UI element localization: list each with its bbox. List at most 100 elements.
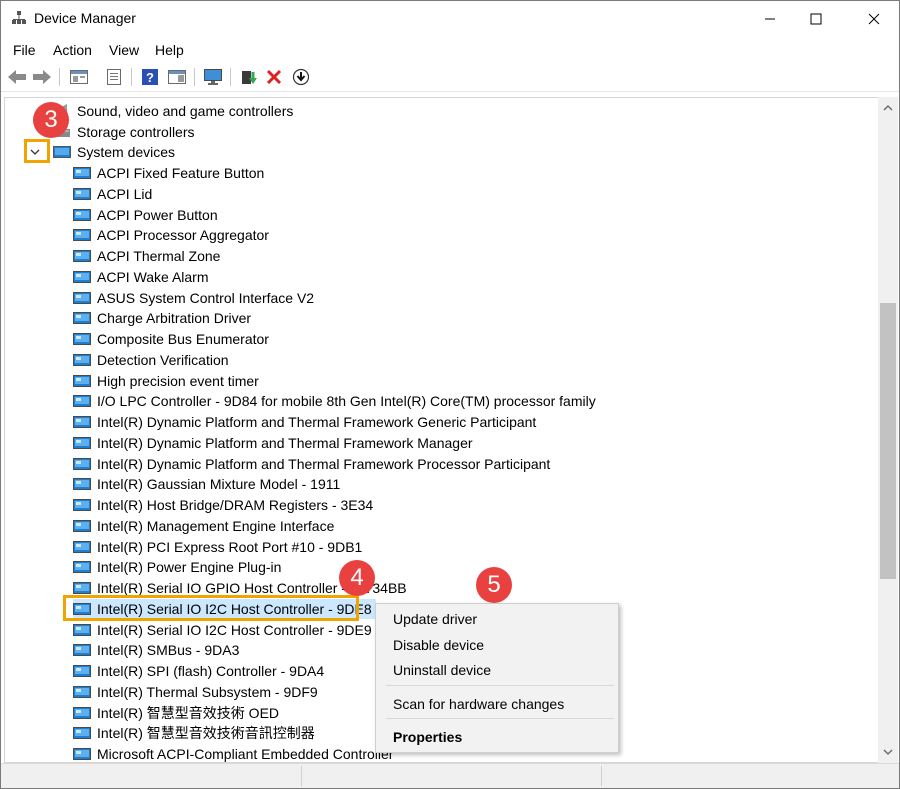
- device-label: High precision event timer: [97, 372, 259, 389]
- system-device-icon: [73, 478, 91, 491]
- system-device-icon: [73, 353, 91, 366]
- help-button[interactable]: ?: [140, 67, 160, 87]
- category-system-devices[interactable]: System devices: [53, 142, 175, 162]
- menu-item-scan-hardware[interactable]: Scan for hardware changes: [393, 696, 564, 712]
- system-device-icon: [73, 312, 91, 325]
- update-driver-icon: [242, 71, 257, 84]
- scroll-down-button[interactable]: [878, 743, 898, 761]
- system-device-icon: [73, 208, 91, 221]
- close-button[interactable]: [851, 1, 897, 37]
- uninstall-device-toolbar-button[interactable]: [264, 67, 284, 87]
- menu-item-update-driver[interactable]: Update driver: [393, 611, 477, 627]
- device-row[interactable]: Intel(R) Thermal Subsystem - 9DF9: [73, 682, 318, 702]
- scroll-thumb[interactable]: [880, 303, 896, 579]
- device-row[interactable]: Intel(R) Gaussian Mixture Model - 1911: [73, 474, 340, 494]
- system-device-icon: [73, 291, 91, 304]
- device-row[interactable]: Intel(R) Power Engine Plug-in: [73, 557, 281, 577]
- menu-view[interactable]: View: [109, 42, 139, 58]
- minimize-button[interactable]: [747, 1, 793, 37]
- device-label: Intel(R) Gaussian Mixture Model - 1911: [97, 476, 341, 493]
- properties-sheet-icon: [107, 69, 121, 85]
- scroll-up-button[interactable]: [878, 99, 898, 117]
- step-badge-4: 4: [339, 560, 375, 596]
- device-row[interactable]: Intel(R) SMBus - 9DA3: [73, 640, 239, 660]
- device-label: ACPI Thermal Zone: [97, 248, 221, 264]
- action-pane-icon: [168, 70, 186, 84]
- device-row[interactable]: Intel(R) 智慧型音效技術 OED: [73, 703, 279, 723]
- properties-button[interactable]: [104, 67, 124, 87]
- device-label: Intel(R) Dynamic Platform and Thermal Fr…: [97, 434, 473, 451]
- device-row[interactable]: ACPI Wake Alarm: [73, 267, 209, 287]
- status-bar: [1, 763, 899, 788]
- device-row[interactable]: High precision event timer: [73, 371, 259, 391]
- download-toolbar-button[interactable]: [291, 67, 311, 87]
- device-label: Intel(R) Dynamic Platform and Thermal Fr…: [97, 414, 537, 430]
- device-row[interactable]: ACPI Power Button: [73, 205, 218, 225]
- action-pane-button[interactable]: [167, 67, 187, 87]
- device-row[interactable]: ACPI Lid: [73, 184, 152, 204]
- device-row[interactable]: Intel(R) Host Bridge/DRAM Registers - 3E…: [73, 495, 373, 515]
- device-row[interactable]: Intel(R) 智慧型音效技術音訊控制器: [73, 723, 315, 743]
- menu-action[interactable]: Action: [53, 42, 92, 58]
- menu-item-disable-device[interactable]: Disable device: [393, 637, 484, 653]
- system-device-icon: [73, 748, 91, 760]
- scan-hardware-button[interactable]: [203, 67, 223, 87]
- device-row[interactable]: ACPI Thermal Zone: [73, 246, 220, 266]
- system-device-icon: [73, 665, 91, 677]
- show-hide-console-tree-button[interactable]: [69, 67, 89, 87]
- menu-bar: File Action View Help: [1, 39, 899, 61]
- category-label: System devices: [77, 144, 176, 160]
- device-row[interactable]: Intel(R) Dynamic Platform and Thermal Fr…: [73, 433, 473, 453]
- device-row[interactable]: Composite Bus Enumerator: [73, 329, 269, 349]
- device-row[interactable]: ACPI Fixed Feature Button: [73, 163, 264, 183]
- category-sound-video-game[interactable]: Sound, video and game controllers: [53, 101, 293, 121]
- menu-item-properties[interactable]: Properties: [393, 729, 462, 745]
- expander-highlight-box: [24, 139, 50, 163]
- device-row[interactable]: ACPI Processor Aggregator: [73, 225, 269, 245]
- menu-separator: [386, 718, 614, 719]
- device-row[interactable]: Intel(R) SPI (flash) Controller - 9DA4: [73, 661, 324, 681]
- device-row[interactable]: Intel(R) Dynamic Platform and Thermal Fr…: [73, 412, 536, 432]
- context-menu: Update driver Disable device Uninstall d…: [375, 603, 619, 753]
- maximize-button[interactable]: [793, 1, 839, 37]
- title-bar: Device Manager: [1, 1, 899, 37]
- back-button[interactable]: [7, 67, 27, 87]
- device-row[interactable]: Detection Verification: [73, 350, 229, 370]
- forward-button[interactable]: [32, 67, 52, 87]
- menu-help[interactable]: Help: [155, 42, 184, 58]
- device-label: Charge Arbitration Driver: [97, 310, 252, 327]
- device-row[interactable]: Charge Arbitration Driver: [73, 308, 251, 328]
- device-row[interactable]: ASUS System Control Interface V2: [73, 288, 314, 308]
- device-row[interactable]: I/O LPC Controller - 9D84 for mobile 8th…: [73, 391, 596, 411]
- system-device-icon: [73, 333, 91, 345]
- system-device-icon: [73, 519, 91, 532]
- maximize-icon: [810, 13, 822, 25]
- category-storage-controllers[interactable]: Storage controllers: [53, 122, 195, 142]
- device-label: ACPI Power Button: [97, 206, 218, 223]
- device-manager-app-icon: [12, 11, 26, 24]
- toolbar-separator: [59, 68, 60, 86]
- system-device-icon: [73, 685, 91, 698]
- system-device-icon: [73, 229, 91, 242]
- device-row[interactable]: Intel(R) PCI Express Root Port #10 - 9DB…: [73, 537, 362, 557]
- device-label: Detection Verification: [97, 351, 229, 368]
- selected-device-highlight-box: [63, 595, 359, 621]
- device-label: Composite Bus Enumerator: [97, 331, 269, 347]
- menu-separator: [386, 685, 614, 686]
- forward-arrow-icon: [33, 70, 51, 84]
- download-icon: [292, 68, 310, 86]
- device-row[interactable]: Intel(R) Management Engine Interface: [73, 516, 334, 536]
- system-device-icon: [73, 374, 91, 387]
- system-device-icon: [73, 270, 91, 283]
- update-driver-toolbar-button[interactable]: [239, 67, 259, 87]
- device-row[interactable]: Microsoft ACPI-Compliant Embedded Contro…: [73, 744, 393, 762]
- menu-item-uninstall-device[interactable]: Uninstall device: [393, 662, 491, 678]
- device-row[interactable]: Intel(R) Serial IO I2C Host Controller -…: [73, 620, 372, 640]
- vertical-scrollbar[interactable]: [878, 97, 898, 763]
- system-device-icon: [73, 727, 91, 740]
- device-label: Intel(R) SMBus - 9DA3: [97, 642, 240, 659]
- system-device-icon: [73, 187, 91, 200]
- device-row[interactable]: Intel(R) Dynamic Platform and Thermal Fr…: [73, 454, 550, 474]
- device-label: ASUS System Control Interface V2: [97, 289, 315, 306]
- menu-file[interactable]: File: [13, 42, 36, 58]
